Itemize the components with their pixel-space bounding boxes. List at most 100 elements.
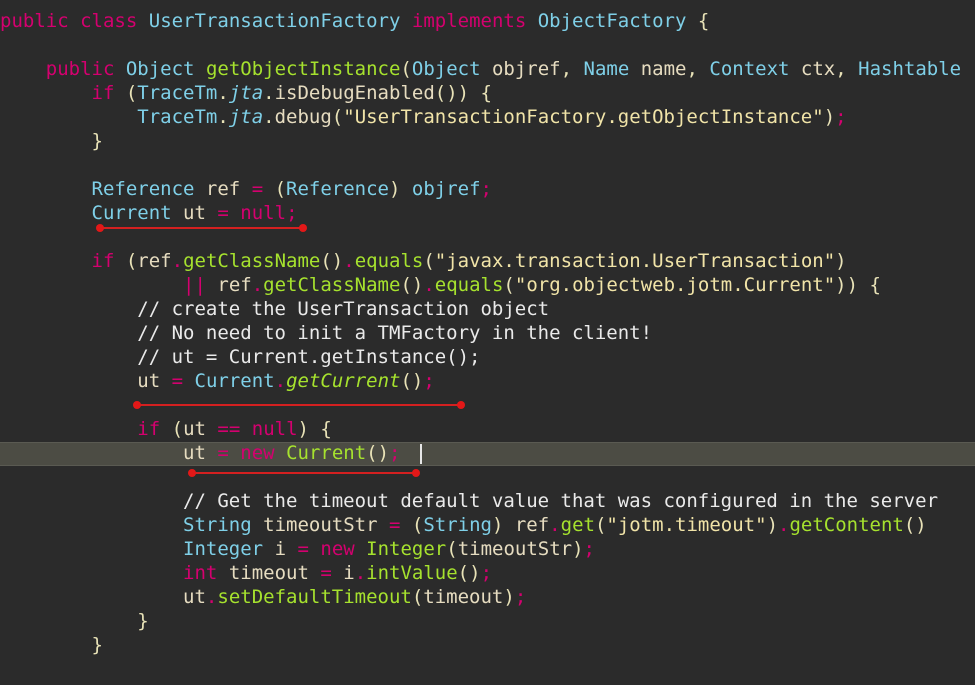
- code-token: ;: [480, 178, 492, 200]
- code-token: {: [686, 10, 710, 32]
- code-token: =: [251, 178, 264, 200]
- code-line: String timeoutStr = (String) ref.get("jo…: [0, 513, 927, 537]
- code-line: Current ut = null;: [0, 201, 298, 225]
- code-token: ;: [286, 202, 298, 224]
- code-token: timeout: [423, 586, 504, 608]
- code-token: ref: [217, 274, 252, 296]
- code-token: ): [766, 514, 779, 536]
- text-cursor: [420, 444, 422, 464]
- code-line: || ref.getClassName().equals("org.object…: [0, 273, 881, 297]
- code-token: null: [240, 202, 287, 224]
- annotation-underline-null-assign: [100, 227, 303, 229]
- code-token: (: [331, 106, 344, 128]
- code-token: Context: [709, 58, 790, 80]
- code-token: UserTransactionFactory: [148, 10, 401, 32]
- code-line: ut = new Current();: [0, 441, 400, 465]
- code-token: )) {: [835, 274, 881, 296]
- annotation-dot: [457, 401, 465, 409]
- code-token: ): [823, 106, 836, 128]
- code-token: i: [343, 562, 355, 584]
- code-token: getClassName: [183, 250, 321, 272]
- code-token: =: [388, 514, 401, 536]
- code-line: // Get the timeout default value that wa…: [0, 489, 938, 513]
- code-line: public Object getObjectInstance(Object o…: [0, 57, 961, 81]
- code-token: .: [354, 562, 367, 584]
- code-token: (: [263, 178, 287, 200]
- code-token: ObjectFactory: [537, 10, 687, 32]
- code-line: }: [0, 609, 148, 633]
- code-token: isDebugEnabled: [274, 82, 435, 104]
- code-token: Current: [194, 370, 275, 392]
- code-token: objref: [411, 178, 481, 200]
- code-token: ,: [835, 58, 859, 80]
- code-token: debug: [274, 106, 332, 128]
- code-token: getCurrent: [286, 370, 401, 392]
- code-token: ctx: [800, 58, 836, 80]
- code-token: .: [205, 586, 218, 608]
- code-token: ;: [583, 538, 595, 560]
- code-token: // Get the timeout default value that wa…: [183, 490, 939, 512]
- code-token: public: [45, 58, 115, 80]
- code-token: .: [778, 514, 790, 536]
- code-token: ;: [423, 370, 435, 392]
- code-line: TraceTm.jta.debug("UserTransactionFactor…: [0, 105, 846, 129]
- code-token: ut: [183, 586, 206, 608]
- code-token: ): [572, 538, 584, 560]
- code-token: null: [251, 418, 298, 440]
- code-token: .: [263, 82, 275, 104]
- code-token: Current: [286, 442, 367, 464]
- code-token: ut: [137, 370, 161, 392]
- code-token: ref: [205, 178, 241, 200]
- code-token: intValue: [366, 562, 458, 584]
- code-token: if: [91, 250, 115, 272]
- code-token: Object: [125, 58, 195, 80]
- code-token: equals: [434, 274, 504, 296]
- code-token: (: [160, 418, 184, 440]
- code-token: ): [491, 514, 515, 536]
- code-token: ||: [183, 274, 206, 296]
- code-line: if (ut == null) {: [0, 417, 332, 441]
- code-token: name: [640, 58, 687, 80]
- code-token: ) {: [297, 418, 332, 440]
- annotation-dot: [299, 224, 307, 232]
- code-token: (): [366, 442, 390, 464]
- code-token: TraceTm: [137, 106, 218, 128]
- code-token: (: [446, 538, 458, 560]
- code-token: timeout: [228, 562, 309, 584]
- annotation-dot: [133, 401, 141, 409]
- code-line: // ut = Current.getInstance();: [0, 345, 480, 369]
- code-token: "org.objectweb.jotm.Current": [514, 274, 836, 296]
- code-token: "javax.transaction.UserTransaction": [434, 250, 836, 272]
- code-token: Current: [91, 202, 172, 224]
- code-token: ut: [183, 442, 206, 464]
- code-line: Reference ref = (Reference) objref;: [0, 177, 492, 201]
- code-token: }: [0, 130, 103, 152]
- code-token: ()) {: [434, 82, 492, 104]
- code-editor[interactable]: public class UserTransactionFactory impl…: [0, 0, 975, 685]
- code-token: Object: [411, 58, 481, 80]
- code-token: // No need to init a TMFactory in the cl…: [137, 322, 653, 344]
- code-token: // create the UserTransaction object: [137, 298, 550, 320]
- code-line: // create the UserTransaction object: [0, 297, 549, 321]
- code-token: Hashtable: [858, 58, 962, 80]
- annotation-dot: [188, 469, 196, 477]
- code-token: ;: [389, 442, 401, 464]
